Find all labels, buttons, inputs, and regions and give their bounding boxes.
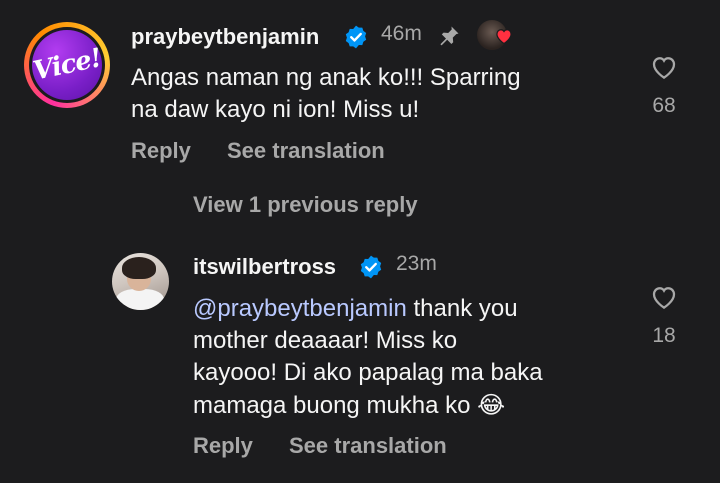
view-previous-replies-button[interactable]: View 1 previous reply bbox=[193, 192, 418, 218]
comment-timestamp: 46m bbox=[381, 22, 422, 45]
reply-text-line-4: mamaga buong mukha ko 😂 bbox=[193, 389, 505, 422]
reply-mention-link[interactable]: @praybeytbenjamin bbox=[193, 295, 407, 322]
reply-text-line-1-rest: thank you bbox=[406, 295, 518, 322]
avatar-itswilbertross[interactable] bbox=[112, 253, 169, 310]
verified-badge-icon bbox=[360, 255, 382, 279]
reply-timestamp: 23m bbox=[396, 252, 437, 275]
heart-filled-icon bbox=[496, 29, 512, 45]
avatar-ring-gap: Vice! bbox=[29, 27, 105, 103]
reply-text-line-2: mother deaaaar! Miss ko bbox=[193, 327, 458, 354]
heart-outline-icon[interactable] bbox=[648, 52, 680, 82]
comment-text-line-1: Angas naman ng anak ko!!! Sparring bbox=[131, 64, 521, 91]
reply-reply-button[interactable]: Reply bbox=[193, 433, 253, 459]
avatar-hair bbox=[122, 257, 156, 279]
heart-outline-icon[interactable] bbox=[648, 282, 680, 312]
comment-username[interactable]: praybeytbenjamin bbox=[131, 24, 319, 50]
avatar-shirt bbox=[116, 289, 164, 310]
reply-see-translation-button[interactable]: See translation bbox=[289, 433, 447, 459]
reply-username[interactable]: itswilbertross bbox=[193, 254, 336, 280]
avatar-praybeytbenjamin[interactable]: Vice! bbox=[24, 22, 110, 108]
avatar-image: Vice! bbox=[32, 30, 102, 100]
pin-icon bbox=[440, 26, 459, 46]
reply-text-line-1: @praybeytbenjamin thank you bbox=[193, 293, 518, 325]
comment-text-line-2: na daw kayo ni ion! Miss u! bbox=[131, 96, 420, 123]
reply-text-line-4-words: mamaga buong mukha ko bbox=[193, 392, 471, 419]
reply-text-line-3: kayooo! Di ako papalag ma baka bbox=[193, 359, 543, 386]
reply-like-count: 18 bbox=[652, 324, 676, 347]
comment-see-translation-button[interactable]: See translation bbox=[227, 138, 385, 164]
laughing-emoji-icon: 😂 bbox=[477, 391, 506, 419]
verified-badge-icon bbox=[345, 25, 367, 49]
vice-logo: Vice! bbox=[32, 43, 102, 87]
comment-reply-button[interactable]: Reply bbox=[131, 138, 191, 164]
comment-like-count: 68 bbox=[652, 94, 676, 117]
